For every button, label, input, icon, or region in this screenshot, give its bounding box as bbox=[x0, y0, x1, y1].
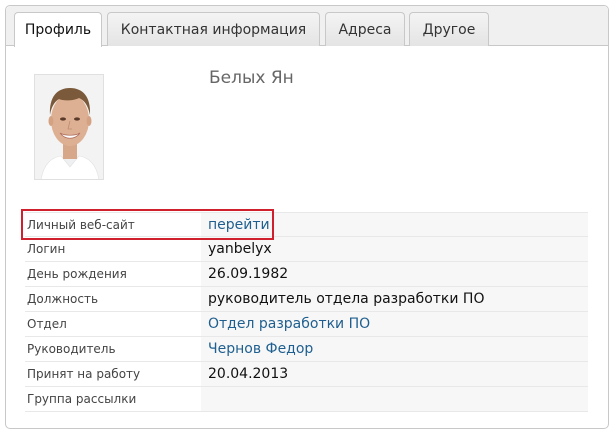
detail-label: Руководитель bbox=[25, 337, 201, 361]
tab-bar: Профиль Контактная информация Адреса Дру… bbox=[6, 6, 608, 47]
detail-label: Принят на работу bbox=[25, 362, 201, 386]
detail-label: Отдел bbox=[25, 312, 201, 336]
tab-profile[interactable]: Профиль bbox=[14, 12, 102, 47]
detail-row-birthday: День рождения 26.09.1982 bbox=[25, 262, 588, 287]
tab-addresses[interactable]: Адреса bbox=[325, 12, 405, 46]
highlight-box bbox=[21, 209, 274, 240]
tab-other[interactable]: Другое bbox=[409, 12, 489, 46]
detail-row-department: Отдел Отдел разработки ПО bbox=[25, 312, 588, 337]
profile-name: Белых Ян bbox=[209, 68, 294, 88]
detail-row-login: Логин yanbelyx bbox=[25, 237, 588, 262]
manager-link[interactable]: Чернов Федор bbox=[208, 341, 313, 357]
detail-row-mailing-group: Группа рассылки bbox=[25, 387, 588, 412]
avatar-photo-icon bbox=[35, 75, 103, 179]
department-link[interactable]: Отдел разработки ПО bbox=[208, 316, 370, 332]
avatar bbox=[34, 74, 104, 180]
detail-label: Группа рассылки bbox=[25, 387, 201, 411]
profile-details: Личный веб-сайт перейти Логин yanbelyx Д… bbox=[25, 212, 588, 412]
profile-panel: Профиль Контактная информация Адреса Дру… bbox=[5, 5, 609, 429]
detail-value: 26.09.1982 bbox=[201, 262, 588, 286]
detail-label: Должность bbox=[25, 287, 201, 311]
tab-contact-info[interactable]: Контактная информация bbox=[107, 12, 320, 46]
detail-label: Логин bbox=[25, 237, 201, 261]
detail-row-position: Должность руководитель отдела разработки… bbox=[25, 287, 588, 312]
detail-value bbox=[201, 387, 588, 411]
detail-value: руководитель отдела разработки ПО bbox=[201, 287, 588, 311]
detail-value: yanbelyx bbox=[201, 237, 588, 261]
detail-row-hire-date: Принят на работу 20.04.2013 bbox=[25, 362, 588, 387]
detail-value: 20.04.2013 bbox=[201, 362, 588, 386]
detail-label: День рождения bbox=[25, 262, 201, 286]
detail-row-manager: Руководитель Чернов Федор bbox=[25, 337, 588, 362]
